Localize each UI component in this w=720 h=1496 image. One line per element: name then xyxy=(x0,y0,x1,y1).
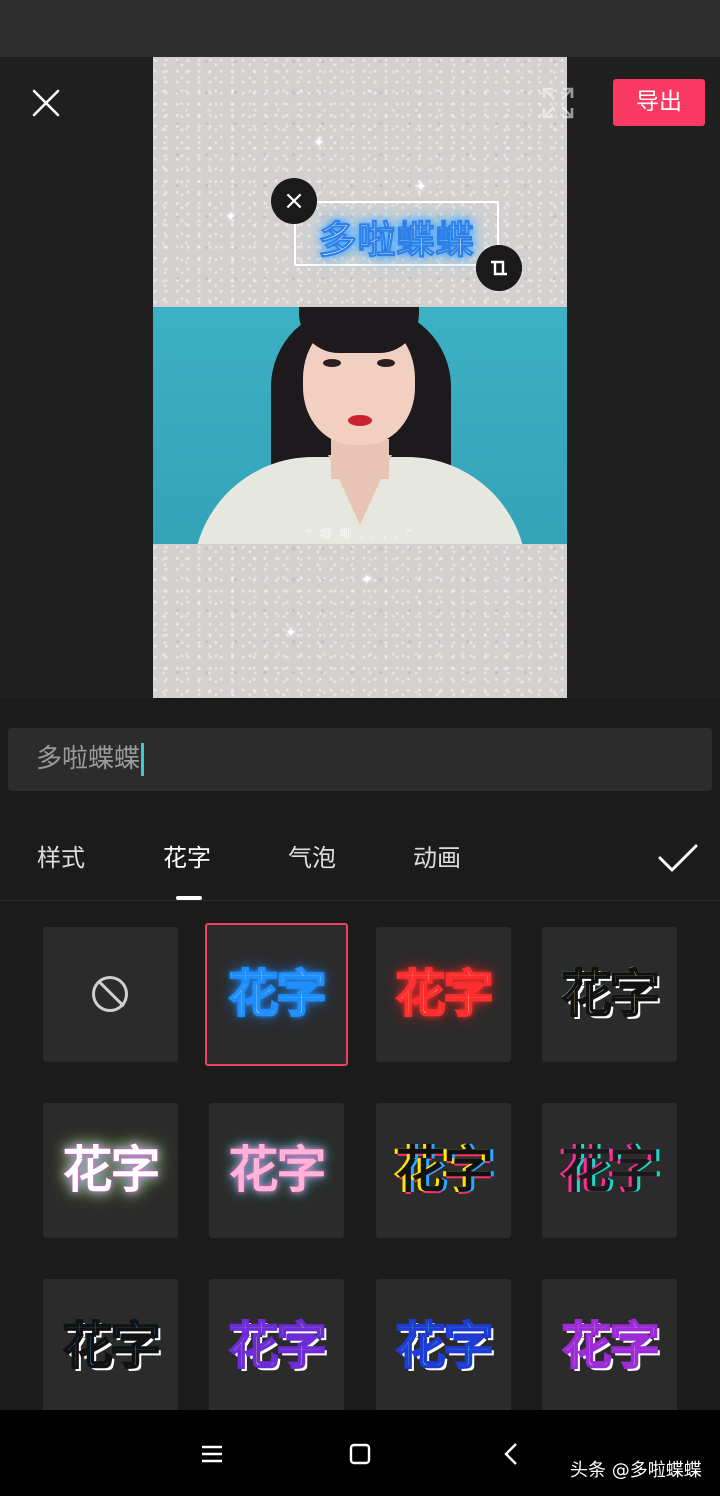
text-input-value: 多啦蝶蝶 xyxy=(36,744,141,774)
preview-photo: “ 唧 唧 . . . . ” xyxy=(153,307,567,544)
style-red-neon[interactable]: 花字 xyxy=(376,927,511,1062)
style-sample: 花字 xyxy=(395,964,495,1024)
text-caret xyxy=(141,743,145,776)
style-blue-neon[interactable]: 花字 xyxy=(205,923,348,1066)
export-button[interactable]: 导出 xyxy=(613,79,705,126)
style-sample: 花字 xyxy=(228,964,328,1024)
video-preview[interactable]: “ 唧 唧 . . . . ” ✦ ✦ ✦ ✦ ✦ xyxy=(153,57,567,698)
style-rainbow-glow[interactable]: 花字 xyxy=(43,1103,178,1238)
style-sample: 花字 xyxy=(561,1141,660,1199)
tab-animation[interactable]: 动画 xyxy=(413,838,461,873)
style-green-rainbow[interactable]: 花字 xyxy=(376,1279,511,1414)
tab-fancy-text[interactable]: 花字 xyxy=(163,838,211,873)
tab-bubble[interactable]: 气泡 xyxy=(288,838,336,873)
style-sample: 花字 xyxy=(62,1141,161,1199)
style-yellow-purple[interactable]: 花字 xyxy=(209,1279,344,1414)
close-icon[interactable] xyxy=(28,85,64,121)
menu-icon[interactable] xyxy=(198,1440,226,1468)
text-input-field[interactable]: 多啦蝶蝶 xyxy=(8,728,712,791)
glitter-background-bottom xyxy=(153,544,567,698)
close-icon: × xyxy=(283,186,305,216)
text-overlay-box[interactable]: 多啦蝶蝶 xyxy=(294,201,499,266)
sparkle: ✦ xyxy=(285,625,297,641)
divider xyxy=(0,900,720,901)
fullscreen-icon[interactable] xyxy=(540,85,576,121)
style-sample: 花字 xyxy=(395,1316,495,1376)
style-glitch-magenta[interactable]: 花字 xyxy=(542,1103,677,1238)
back-icon[interactable] xyxy=(498,1440,526,1468)
style-sample: 花字 xyxy=(561,964,661,1024)
delete-text-handle[interactable]: × xyxy=(271,178,317,224)
style-blue-outline[interactable]: 花字 xyxy=(43,1279,178,1414)
style-pastel-gradient[interactable]: 花字 xyxy=(542,927,677,1062)
confirm-check-icon[interactable] xyxy=(656,838,700,878)
home-icon[interactable] xyxy=(346,1440,374,1468)
tab-style[interactable]: 样式 xyxy=(37,838,85,873)
style-sample: 花字 xyxy=(395,1141,494,1199)
text-overlay[interactable]: 多啦蝶蝶 xyxy=(296,209,497,264)
style-glitch-yellow[interactable]: 花字 xyxy=(376,1103,511,1238)
sparkle: ✦ xyxy=(415,179,427,195)
status-bar xyxy=(0,0,720,57)
style-sample: 花字 xyxy=(62,1316,162,1376)
style-none[interactable] xyxy=(43,927,178,1062)
sparkle: ✦ xyxy=(361,572,373,588)
sparkle: ✦ xyxy=(313,135,325,151)
watermark: 头条 @多啦蝶蝶 xyxy=(570,1460,702,1481)
photo-caption: “ 唧 唧 . . . . ” xyxy=(305,527,415,541)
style-pink-cyan-glow[interactable]: 花字 xyxy=(209,1103,344,1238)
rotate-scale-handle[interactable] xyxy=(476,245,522,291)
no-style-icon xyxy=(92,976,128,1012)
style-pink-pastel[interactable]: 花字 xyxy=(542,1279,677,1414)
style-sample: 花字 xyxy=(228,1316,328,1376)
sparkle: ✦ xyxy=(225,209,237,225)
style-sample: 花字 xyxy=(561,1316,661,1376)
style-sample: 花字 xyxy=(228,1141,327,1199)
